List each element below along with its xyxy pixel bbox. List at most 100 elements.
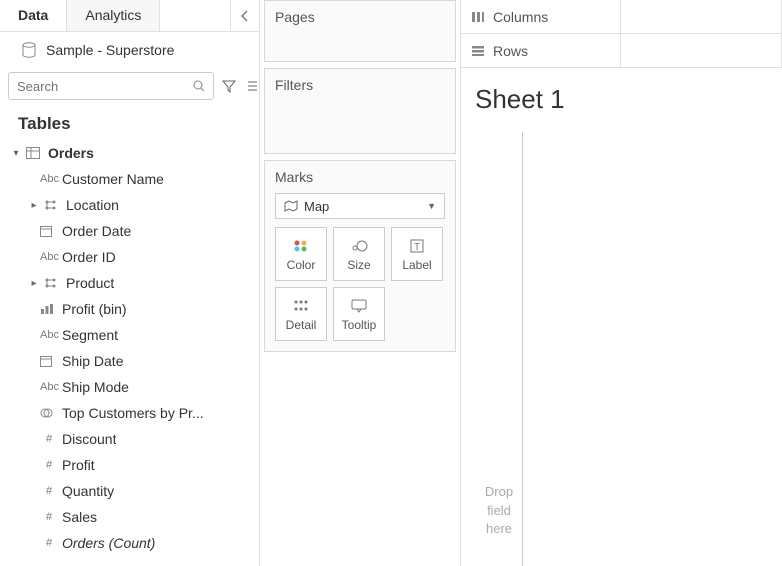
filter-icon[interactable] xyxy=(219,76,239,96)
marks-card: Marks Map ▼ Color Size T xyxy=(264,160,456,352)
mark-btn-label: Detail xyxy=(286,318,317,332)
mark-size-button[interactable]: Size xyxy=(333,227,385,281)
field-product[interactable]: ▸ Product xyxy=(0,270,259,296)
datasource-row[interactable]: Sample - Superstore xyxy=(0,32,259,68)
number-icon: # xyxy=(40,485,58,497)
columns-drop[interactable] xyxy=(621,0,782,33)
sheet-canvas[interactable]: Sheet 1 Drop field here xyxy=(461,68,782,566)
field-ship-mode[interactable]: Abc Ship Mode xyxy=(0,374,259,400)
field-label: Segment xyxy=(62,327,118,343)
search-input[interactable] xyxy=(17,79,193,94)
field-label: Profit xyxy=(62,457,95,473)
rows-label: Rows xyxy=(461,34,621,67)
field-label: Top Customers by Pr... xyxy=(62,405,204,421)
field-label: Quantity xyxy=(62,483,114,499)
tooltip-icon xyxy=(351,297,367,315)
field-label: Ship Date xyxy=(62,353,123,369)
pages-card[interactable]: Pages xyxy=(264,0,456,62)
tables-header: Tables xyxy=(0,104,259,140)
mark-btn-label: Label xyxy=(402,258,431,272)
field-order-date[interactable]: Order Date xyxy=(0,218,259,244)
field-label: Ship Mode xyxy=(62,379,129,395)
field-label: Location xyxy=(66,197,119,213)
mark-label-button[interactable]: T Label xyxy=(391,227,443,281)
number-icon: # xyxy=(40,511,58,523)
datasource-name: Sample - Superstore xyxy=(46,42,174,58)
worksheet-area: Columns Rows Sheet 1 Drop field here xyxy=(460,0,782,566)
rows-drop[interactable] xyxy=(621,34,782,67)
filters-title: Filters xyxy=(265,69,455,101)
date-icon xyxy=(40,355,58,367)
set-icon xyxy=(40,407,58,419)
field-discount[interactable]: # Discount xyxy=(0,426,259,452)
mark-btn-label: Color xyxy=(287,258,316,272)
search-icon xyxy=(193,80,205,92)
mark-color-button[interactable]: Color xyxy=(275,227,327,281)
date-icon xyxy=(40,225,58,237)
caret-down-icon: ▼ xyxy=(427,201,436,211)
number-icon: # xyxy=(40,537,58,549)
bin-icon xyxy=(40,303,58,315)
abc-icon: Abc xyxy=(40,381,58,393)
sheet-title[interactable]: Sheet 1 xyxy=(471,78,772,133)
side-tabs: Data Analytics xyxy=(0,0,259,32)
cards-column: Pages Filters Marks Map ▼ Color xyxy=(260,0,460,566)
caret-right-icon[interactable]: ▸ xyxy=(28,278,40,289)
tab-data[interactable]: Data xyxy=(0,0,67,31)
color-icon xyxy=(292,237,310,255)
detail-icon xyxy=(293,297,309,315)
columns-label: Columns xyxy=(461,0,621,33)
rows-icon xyxy=(471,45,485,57)
search-row: ▼ xyxy=(0,68,259,104)
field-location[interactable]: ▸ Location xyxy=(0,192,259,218)
caret-right-icon[interactable]: ▸ xyxy=(28,200,40,211)
columns-shelf[interactable]: Columns xyxy=(461,0,782,34)
field-label: Orders (Count) xyxy=(62,535,155,551)
mark-type-label: Map xyxy=(304,199,329,214)
number-icon: # xyxy=(40,459,58,471)
map-icon xyxy=(284,200,298,212)
drop-hint: Drop field here xyxy=(475,483,523,538)
hierarchy-icon xyxy=(44,277,62,289)
field-quantity[interactable]: # Quantity xyxy=(0,478,259,504)
tab-analytics[interactable]: Analytics xyxy=(67,0,160,31)
row-axis-drop[interactable]: Drop field here xyxy=(475,132,523,566)
field-ship-date[interactable]: Ship Date xyxy=(0,348,259,374)
table-icon xyxy=(26,147,44,159)
field-profit[interactable]: # Profit xyxy=(0,452,259,478)
collapse-pane-icon[interactable] xyxy=(230,0,259,31)
field-profit-bin[interactable]: Profit (bin) xyxy=(0,296,259,322)
field-orders-count[interactable]: # Orders (Count) xyxy=(0,530,259,556)
field-sales[interactable]: # Sales xyxy=(0,504,259,530)
field-top-customers[interactable]: Top Customers by Pr... xyxy=(0,400,259,426)
field-label: Order ID xyxy=(62,249,116,265)
fields-tree[interactable]: ▾ Orders AbcCustomer Name ▸Location Orde… xyxy=(0,140,259,566)
database-icon xyxy=(22,42,36,58)
columns-icon xyxy=(471,11,485,23)
field-label: Sales xyxy=(62,509,97,525)
data-pane: Data Analytics Sample - Superstore xyxy=(0,0,260,566)
size-icon xyxy=(349,237,369,255)
marks-title: Marks xyxy=(265,161,455,193)
mark-tooltip-button[interactable]: Tooltip xyxy=(333,287,385,341)
field-segment[interactable]: AbcSegment xyxy=(0,322,259,348)
field-label: Order Date xyxy=(62,223,131,239)
svg-text:T: T xyxy=(414,242,420,253)
mark-btn-label: Size xyxy=(347,258,370,272)
field-label: Customer Name xyxy=(62,171,164,187)
mark-btn-label: Tooltip xyxy=(342,318,377,332)
table-orders[interactable]: ▾ Orders xyxy=(0,140,259,166)
pages-title: Pages xyxy=(265,1,455,33)
field-label: Product xyxy=(66,275,114,291)
field-label: Discount xyxy=(62,431,116,447)
abc-icon: Abc xyxy=(40,251,58,263)
mark-type-select[interactable]: Map ▼ xyxy=(275,193,445,219)
field-order-id[interactable]: Abc Order ID xyxy=(0,244,259,270)
search-input-wrap[interactable] xyxy=(8,72,214,100)
rows-shelf[interactable]: Rows xyxy=(461,34,782,68)
caret-down-icon[interactable]: ▾ xyxy=(10,148,22,159)
filters-card[interactable]: Filters xyxy=(264,68,456,154)
number-icon: # xyxy=(40,433,58,445)
mark-detail-button[interactable]: Detail xyxy=(275,287,327,341)
field-customer-name[interactable]: AbcCustomer Name xyxy=(0,166,259,192)
